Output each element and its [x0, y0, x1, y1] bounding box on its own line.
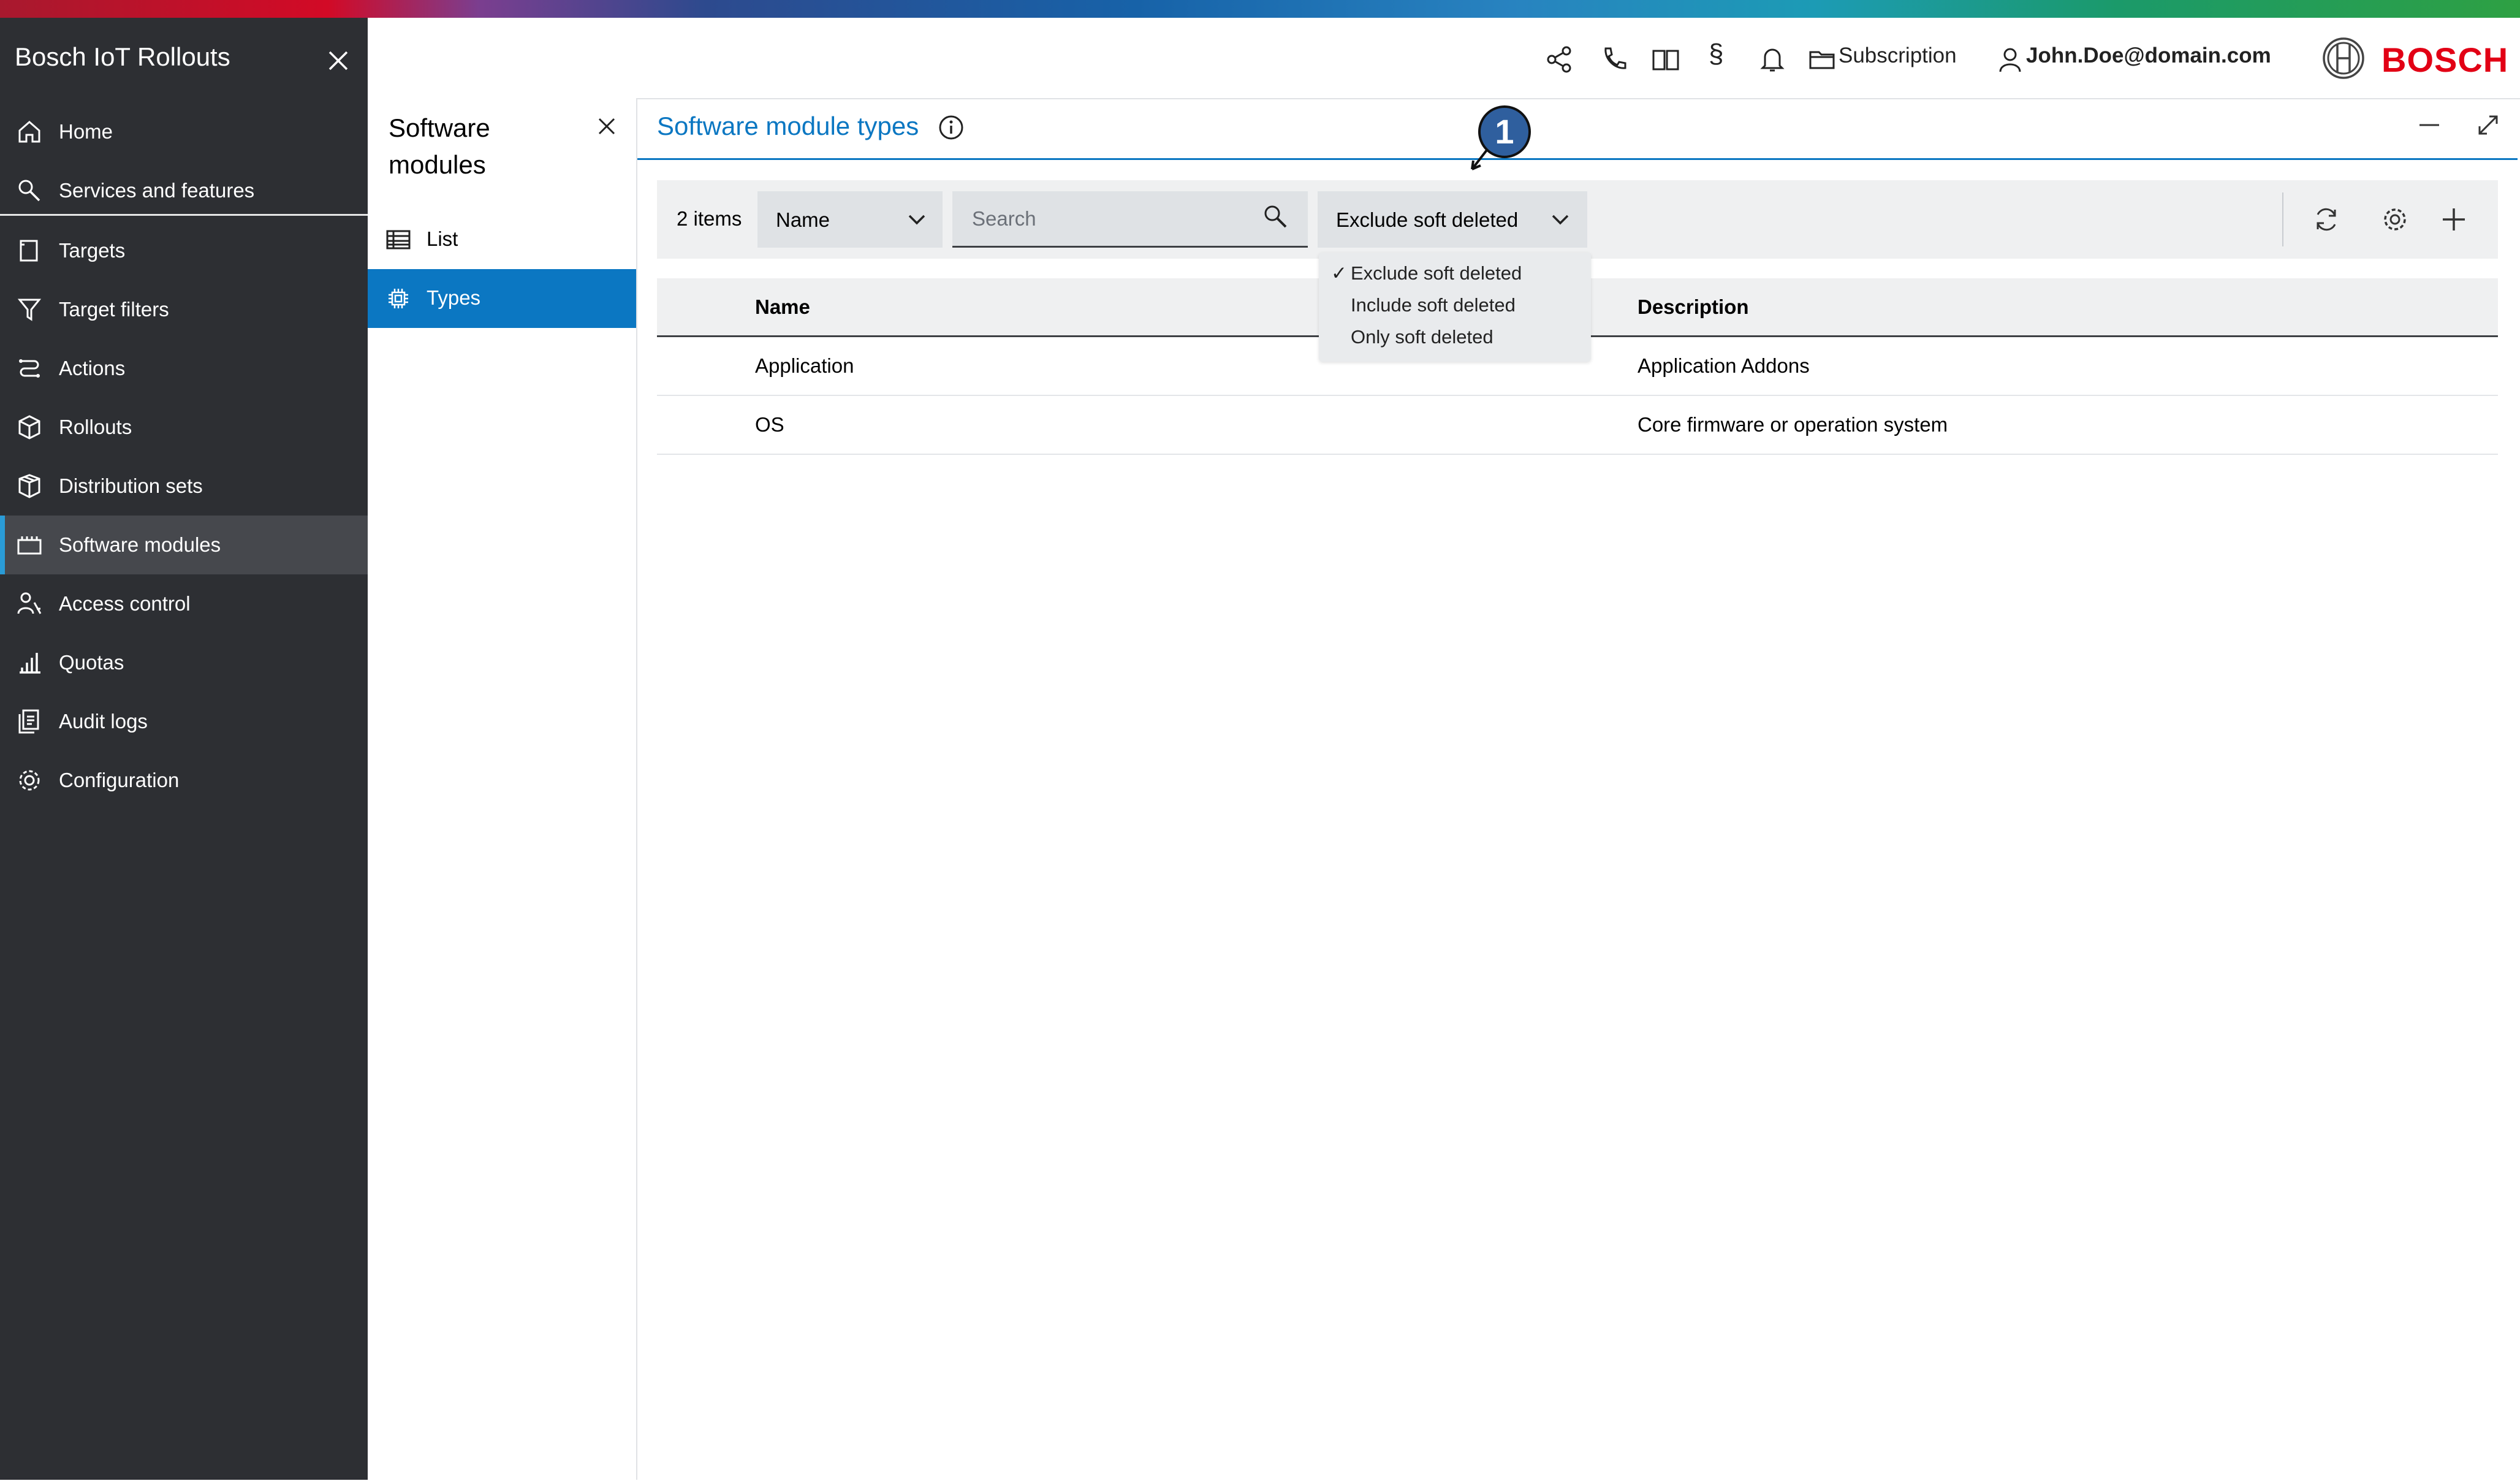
search-field[interactable] [952, 191, 1308, 248]
sidebar-item-distribution-sets[interactable]: Distribution sets [0, 457, 368, 516]
package-icon [18, 474, 40, 498]
close-icon[interactable] [593, 113, 620, 140]
row-name: OS [755, 413, 784, 436]
sidebar-item-configuration[interactable]: Configuration [0, 751, 368, 810]
share-icon[interactable] [1543, 44, 1575, 75]
module-icon [17, 536, 42, 555]
table-row[interactable]: OS Core firmware or operation system [657, 396, 2498, 455]
search-icon[interactable] [1261, 202, 1291, 232]
column-header-name[interactable]: Name [755, 295, 810, 319]
main-sidebar: Bosch IoT Rollouts Home Services and fea… [0, 18, 368, 1480]
phone-icon[interactable] [1597, 44, 1629, 75]
nav-divider [0, 214, 368, 216]
title-underline [637, 158, 2518, 160]
device-icon [20, 240, 38, 262]
sidebar-item-label: Configuration [59, 769, 180, 791]
item-count: 2 items [677, 207, 742, 230]
table-icon [386, 230, 411, 249]
subnav-item-label: List [427, 227, 458, 250]
chip-icon [389, 289, 408, 308]
minimize-icon[interactable] [2415, 110, 2444, 140]
page-title: Software module types [657, 112, 919, 140]
brand-color-stripe [0, 0, 2520, 18]
gear-icon [19, 770, 40, 791]
sidebar-item-label: Audit logs [59, 710, 148, 733]
soft-delete-dropdown-menu: ✓ Exclude soft deleted Include soft dele… [1319, 253, 1591, 362]
sidebar-item-services[interactable]: Services and features [0, 161, 368, 220]
filter-value: Exclude soft deleted [1336, 208, 1519, 231]
sidebar-item-targets[interactable]: Targets [0, 221, 368, 280]
row-description: Application Addons [1638, 354, 1810, 377]
sidebar-item-label: Rollouts [59, 416, 132, 438]
brand-name: BOSCH [2381, 40, 2509, 79]
sidebar-item-target-filters[interactable]: Target filters [0, 280, 368, 339]
sidebar-item-home[interactable]: Home [0, 102, 368, 161]
toolbar-divider [2282, 192, 2283, 246]
sidebar-item-label: Services and features [59, 179, 255, 202]
bell-icon[interactable] [1756, 44, 1788, 75]
cube-icon [18, 415, 40, 440]
checkmark-icon: ✓ [1331, 262, 1347, 284]
bosch-logo-icon [2323, 37, 2364, 79]
sidebar-item-label: Quotas [59, 651, 124, 674]
subscription-link[interactable]: Subscription [1839, 44, 1957, 68]
log-icon [18, 709, 39, 734]
add-icon[interactable] [2438, 204, 2470, 235]
user-email[interactable]: John.Doe@domain.com [2026, 44, 2271, 68]
sort-field-value: Name [776, 208, 830, 231]
sidebar-item-quotas[interactable]: Quotas [0, 633, 368, 692]
sidebar-item-label: Target filters [59, 298, 169, 321]
gear-icon[interactable] [2379, 204, 2411, 235]
sidebar-item-rollouts[interactable]: Rollouts [0, 398, 368, 457]
subnav-item-label: Types [427, 286, 481, 309]
wrench-icon [18, 180, 40, 202]
dropdown-option-exclude[interactable]: Exclude soft deleted [1351, 262, 1522, 284]
folder-icon [1809, 51, 1835, 69]
sidebar-item-access-control[interactable]: Access control [0, 574, 368, 633]
annotation-marker: 1 [1478, 105, 1531, 158]
soft-delete-filter-select[interactable]: Exclude soft deleted [1318, 191, 1587, 248]
filter-icon [17, 299, 42, 321]
info-icon[interactable] [938, 114, 965, 141]
subnav-item-types[interactable]: Types [368, 269, 636, 328]
sidebar-item-software-modules[interactable]: Software modules [0, 516, 368, 574]
sidebar-item-audit-logs[interactable]: Audit logs [0, 692, 368, 751]
access-icon [17, 592, 42, 614]
sidebar-item-label: Home [59, 120, 113, 143]
row-description: Core firmware or operation system [1638, 413, 1948, 436]
sidebar-item-actions[interactable]: Actions [0, 339, 368, 398]
column-header-description[interactable]: Description [1638, 295, 1749, 319]
close-icon[interactable] [321, 44, 355, 78]
sidebar-item-label: Targets [59, 239, 126, 262]
sidebar-item-label: Software modules [59, 533, 221, 556]
dropdown-option-include[interactable]: Include soft deleted [1351, 294, 1516, 316]
dropdown-option-only[interactable]: Only soft deleted [1351, 326, 1493, 348]
top-header: § Subscription John.Doe@domain.com BOSCH [636, 18, 2520, 98]
book-icon[interactable] [1650, 44, 1682, 75]
user-icon [1999, 48, 2021, 72]
secondary-nav: Software modules List Types [368, 18, 637, 1480]
sidebar-item-label: Actions [59, 357, 126, 379]
bar-chart-icon [20, 653, 40, 674]
home-icon [18, 121, 40, 143]
sort-field-select[interactable]: Name [757, 191, 943, 248]
chevron-down-icon [908, 215, 925, 225]
app-title: Bosch IoT Rollouts [15, 42, 230, 71]
actions-icon [19, 359, 40, 378]
legal-icon[interactable]: § [1709, 39, 1723, 69]
subnav-title: Software modules [389, 113, 490, 179]
sidebar-item-label: Distribution sets [59, 474, 203, 497]
chevron-down-icon [1552, 215, 1569, 225]
subnav-item-list[interactable]: List [368, 210, 636, 269]
sidebar-item-label: Access control [59, 592, 191, 615]
expand-icon[interactable] [2473, 110, 2503, 140]
search-input[interactable] [971, 206, 1255, 232]
refresh-icon[interactable] [2310, 204, 2342, 235]
row-name: Application [755, 354, 854, 377]
toolbar: 2 items Name Exclude soft deleted [657, 180, 2498, 259]
